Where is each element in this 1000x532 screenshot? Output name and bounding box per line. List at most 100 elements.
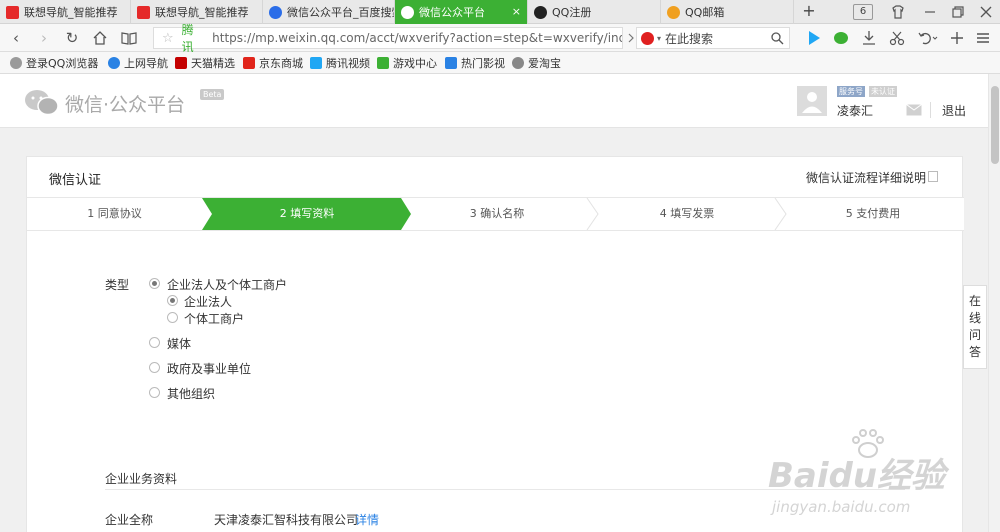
video-play-icon[interactable] [806, 30, 822, 46]
star-icon[interactable]: ☆ [162, 31, 174, 46]
close-window-icon[interactable] [979, 5, 993, 19]
bookmark-tencent-video[interactable]: 腾讯视频 [310, 55, 370, 71]
tab-label: QQ注册 [552, 6, 592, 19]
chevron-right-icon[interactable] [627, 33, 635, 43]
watermark-brand: Baidu经验 [768, 456, 946, 496]
shirt-skin-icon[interactable] [891, 5, 905, 19]
bookmark-label: 天猫精选 [191, 57, 235, 70]
search-input[interactable]: 在此搜索 [665, 30, 713, 47]
address-bar[interactable]: ☆ 腾讯 https://mp.weixin.qq.com/acct/wxver… [153, 23, 623, 54]
bookmark-web-nav[interactable]: 上网导航 [108, 55, 168, 71]
document-icon[interactable] [928, 171, 938, 182]
logout-link[interactable]: 退出 [942, 102, 966, 119]
details-link[interactable]: 详情 [355, 511, 379, 528]
gamepad-icon [377, 57, 389, 69]
bookmark-game-center[interactable]: 游戏中心 [377, 55, 437, 71]
option-media[interactable]: 媒体 [167, 335, 191, 352]
undo-menu-icon[interactable] [917, 30, 939, 46]
option-enterprise[interactable]: 企业法人 [184, 293, 232, 310]
refresh-icon[interactable]: ↻ [62, 28, 82, 48]
username[interactable]: 凌泰汇 [837, 102, 873, 119]
new-tab-button[interactable]: + [800, 3, 818, 21]
back-icon[interactable]: ‹ [6, 28, 26, 48]
option-enterprise-individual[interactable]: 企业法人及个体工商户 [167, 276, 287, 293]
help-link[interactable]: 微信认证流程详细说明 [806, 169, 926, 186]
qq-penguin-icon [534, 5, 547, 19]
search-icon[interactable] [771, 32, 784, 45]
tab-weixin-mp[interactable]: 微信公众平台 × [395, 0, 528, 24]
step-confirm-name: 3 确认名称 [469, 207, 525, 220]
wechat-logo-icon[interactable] [24, 88, 60, 116]
bookmark-label: 登录QQ浏览器 [26, 57, 99, 70]
section-title: 企业业务资料 [105, 472, 178, 486]
page-scrollbar[interactable] [988, 74, 1000, 532]
bookmark-label: 游戏中心 [393, 57, 437, 70]
tab-count-badge[interactable]: 6 [853, 4, 873, 20]
bookmarks-bar: 登录QQ浏览器 上网导航 天猫精选 京东商城 腾讯视频 游戏中心 热门影视 爱淘… [0, 52, 1000, 74]
chevron-down-icon[interactable]: ▾ [657, 34, 661, 43]
bookmark-label: 热门影视 [461, 57, 505, 70]
beta-badge: Beta [200, 89, 225, 100]
baidu-jingyan-watermark: Baidu经验 jingyan.baidu.com [768, 428, 968, 528]
forward-icon[interactable]: › [34, 28, 54, 48]
search-box[interactable]: ▾ 在此搜索 [636, 27, 790, 49]
watermark-url: jingyan.baidu.com [772, 498, 911, 516]
lenovo-icon [6, 5, 19, 19]
plus-icon[interactable] [949, 30, 965, 46]
tmall-icon [175, 57, 187, 69]
menu-icon[interactable] [975, 30, 991, 46]
radio-enterprise-individual[interactable] [149, 278, 160, 289]
radio-media[interactable] [149, 337, 160, 348]
avatar[interactable] [797, 86, 827, 116]
play-icon [445, 57, 457, 69]
book-reader-icon[interactable] [121, 30, 137, 46]
scrollbar-thumb[interactable] [991, 86, 999, 164]
radio-individual-business[interactable] [167, 312, 178, 323]
bookmark-qq-login[interactable]: 登录QQ浏览器 [10, 55, 98, 71]
step-payment: 5 支付费用 [845, 207, 901, 220]
tab-qq-register[interactable]: QQ注册 [528, 0, 661, 24]
bookmark-jd[interactable]: 京东商城 [243, 55, 303, 71]
bookmark-label: 上网导航 [124, 57, 168, 70]
option-other-org[interactable]: 其他组织 [167, 385, 215, 402]
company-name-value: 天津凌泰汇智科技有限公司 [214, 513, 359, 527]
bookmark-tmall[interactable]: 天猫精选 [175, 55, 235, 71]
option-individual-business[interactable]: 个体工商户 [184, 310, 244, 327]
scissors-icon[interactable] [889, 30, 905, 46]
tab-label: 联想导航_智能推荐 [24, 6, 118, 19]
tab-label: 微信公众平台 [419, 6, 485, 19]
wechat-ext-icon[interactable] [833, 30, 849, 46]
browser-nav-bar: ‹ › ↻ ☆ 腾讯 https://mp.weixin.qq.com/acct… [0, 23, 1000, 54]
bookmark-label: 爱淘宝 [528, 57, 561, 70]
download-icon[interactable] [861, 30, 877, 46]
radio-government[interactable] [149, 362, 160, 373]
close-tab-icon[interactable]: × [512, 5, 521, 18]
card-title: 微信认证 [49, 173, 102, 188]
unverified-badge: 未认证 [869, 86, 897, 97]
bookmark-label: 腾讯视频 [326, 57, 370, 70]
sogou-search-icon[interactable] [641, 31, 654, 45]
logo-text[interactable]: 微信·公众平台 [65, 90, 185, 117]
baidu-paw-icon [269, 5, 282, 19]
bookmark-hot-movies[interactable]: 热门影视 [445, 55, 505, 71]
mail-icon[interactable] [906, 104, 922, 116]
lenovo-icon [137, 5, 150, 19]
option-government[interactable]: 政府及事业单位 [167, 360, 251, 377]
radio-other-org[interactable] [149, 387, 160, 398]
radio-enterprise[interactable] [167, 295, 178, 306]
tab-qq-mail[interactable]: QQ邮箱 [661, 0, 794, 24]
header-divider [930, 102, 931, 118]
tab-label: 联想导航_智能推荐 [155, 6, 249, 19]
tab-lenovo-nav-1[interactable]: 联想导航_智能推荐 [0, 0, 131, 24]
home-icon[interactable] [92, 30, 108, 46]
bookmark-ai-taobao[interactable]: 爱淘宝 [512, 55, 561, 71]
taobao-icon [512, 57, 524, 69]
tab-label: QQ邮箱 [685, 6, 725, 19]
minimize-icon[interactable] [923, 5, 937, 19]
online-qa-button[interactable]: 在线问答 [963, 285, 987, 369]
restore-icon[interactable] [951, 5, 965, 19]
step-agree: 1 同意协议 [87, 207, 142, 220]
user-silhouette-icon [802, 92, 822, 113]
tab-baidu-search[interactable]: 微信公众平台_百度搜索 [263, 0, 395, 24]
url-text[interactable]: https://mp.weixin.qq.com/acct/wxverify?a… [212, 31, 622, 45]
